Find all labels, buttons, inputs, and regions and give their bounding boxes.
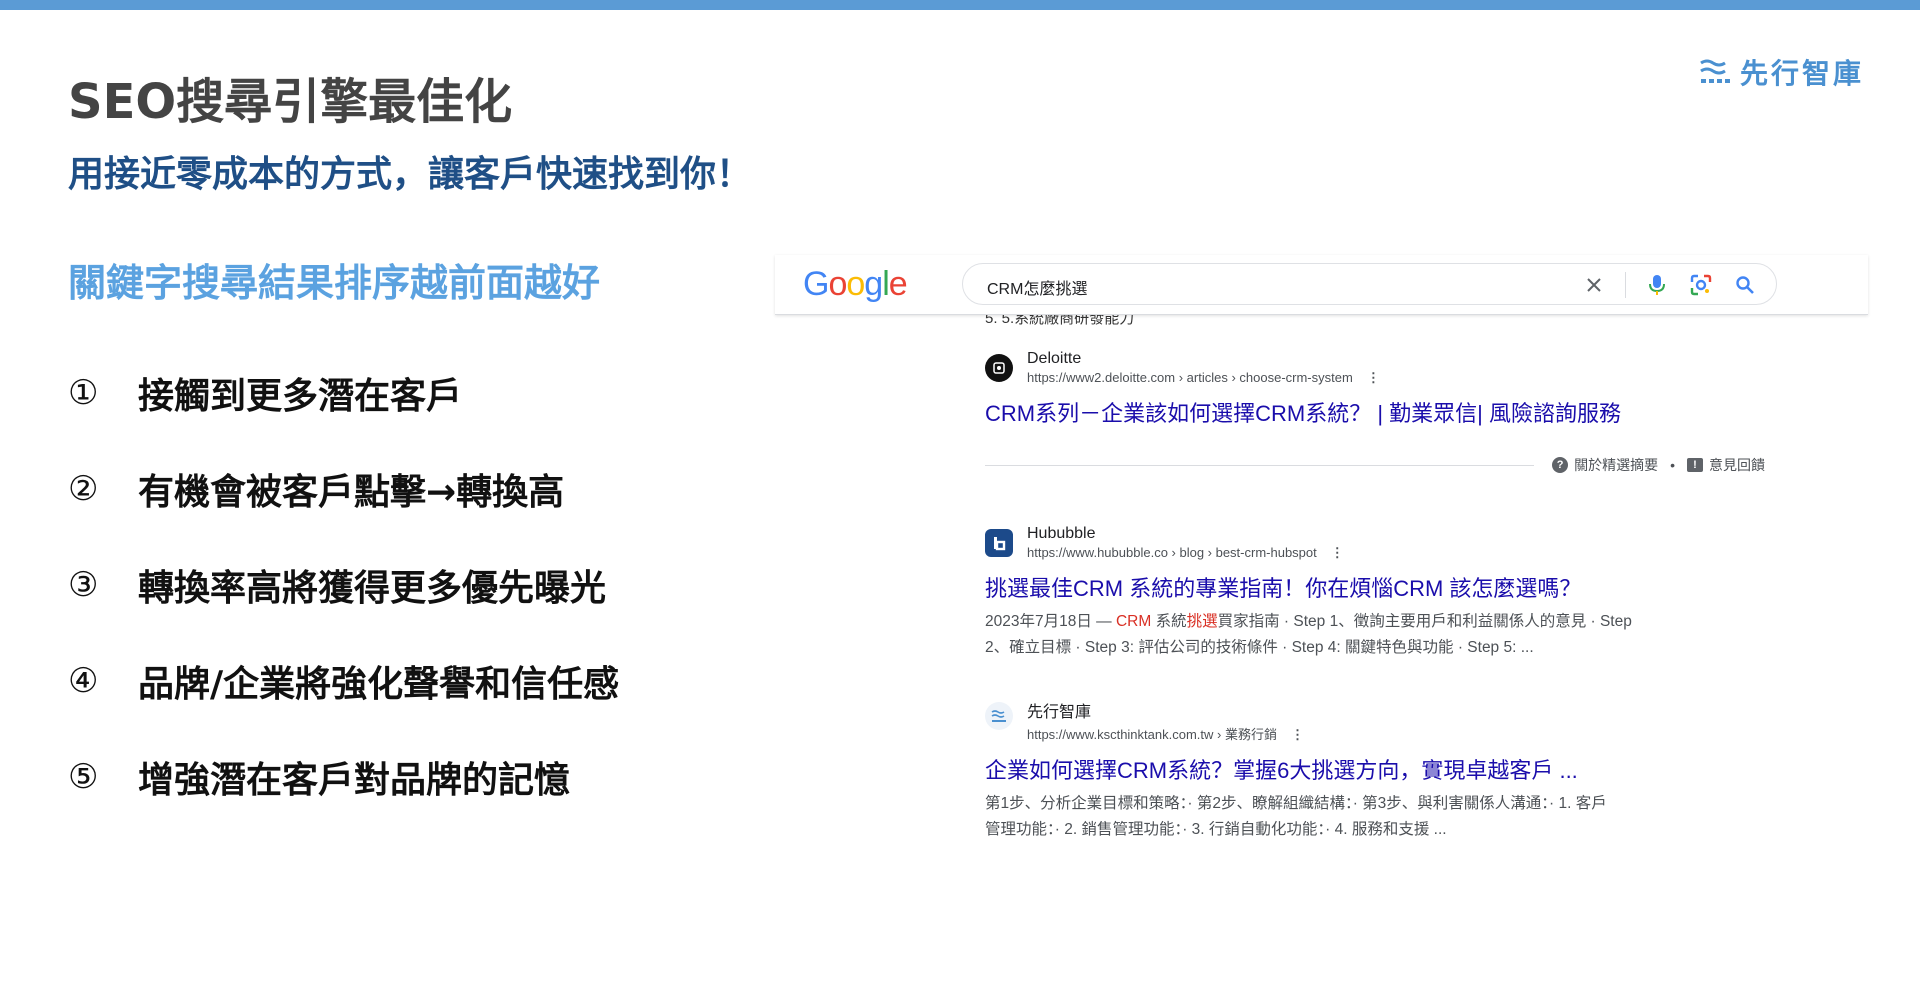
google-lens-icon[interactable] xyxy=(1688,272,1714,298)
result-site-name: Deloitte xyxy=(1027,350,1082,367)
more-options-icon[interactable]: ⋮ xyxy=(1331,545,1344,561)
slide-title: SEO搜尋引擎最佳化 xyxy=(68,74,513,130)
more-options-icon[interactable]: ⋮ xyxy=(1291,727,1304,743)
search-actions xyxy=(1581,272,1758,298)
benefit-number: ⑤ xyxy=(68,757,99,797)
snippet-text: 買家指南 · Step 1、徵詢主要用戶和利益關係人的意見 · Step xyxy=(1217,613,1632,630)
google-logo[interactable]: Google xyxy=(803,265,908,304)
snippet-text: 管理功能：· 2. 銷售管理功能：· 3. 行銷自動化功能：· 4. 服務和支援… xyxy=(985,821,1447,838)
top-accent-bar xyxy=(0,0,1920,10)
result-snippet: 2023年7月18日 — CRM 系統挑選買家指南 · Step 1、徵詢主要用… xyxy=(985,609,1685,661)
search-input[interactable]: CRM怎麼挑選 xyxy=(987,275,1087,299)
section-heading: 關鍵字搜尋結果排序越前面越好 xyxy=(68,261,601,305)
search-result: Hububble https://www.hububble.co › blog … xyxy=(985,525,1685,661)
benefit-number: ③ xyxy=(68,565,99,605)
featured-snippet-footer: ? 關於精選摘要 • ! 意見回饋 xyxy=(985,450,1765,480)
snippet-text: 系統 xyxy=(1151,613,1187,630)
benefit-text: 轉換率高將獲得更多優先曝光 xyxy=(138,568,607,609)
search-result: Deloitte https://www2.deloitte.com › art… xyxy=(985,350,1621,428)
result-source[interactable]: Hububble https://www.hububble.co › blog … xyxy=(985,525,1685,561)
result-title-link[interactable]: 挑選最佳CRM 系統的專業指南！你在煩惱CRM 該怎麼選嗎？ xyxy=(985,571,1685,603)
hububble-favicon-icon xyxy=(985,529,1013,557)
result-source[interactable]: Deloitte https://www2.deloitte.com › art… xyxy=(985,350,1621,386)
result-url: https://www.kscthinktank.com.tw › 業務行銷 xyxy=(1027,727,1277,742)
benefit-item: ② 有機會被客戶點擊→轉換高 xyxy=(68,441,619,537)
result-title-link[interactable]: CRM系列－企業該如何選擇CRM系統？ | 勤業眾信| 風險諮詢服務 xyxy=(985,396,1621,428)
search-box[interactable]: CRM怎麼挑選 xyxy=(962,263,1777,305)
benefit-text: 有機會被客戶點擊→轉換高 xyxy=(138,472,565,513)
divider xyxy=(1625,272,1626,298)
benefit-item: ① 接觸到更多潛在客戶 xyxy=(68,345,619,441)
separator-dot: • xyxy=(1670,457,1675,473)
about-snippet-label: 關於精選摘要 xyxy=(1574,457,1659,473)
benefit-number: ① xyxy=(68,373,99,413)
benefit-number: ② xyxy=(68,469,99,509)
feedback-link[interactable]: ! 意見回饋 xyxy=(1687,455,1765,475)
kscthinktank-logo-icon xyxy=(1700,59,1730,83)
snippet-highlight: CRM xyxy=(1115,613,1152,630)
benefit-list: ① 接觸到更多潛在客戶 ② 有機會被客戶點擊→轉換高 ③ 轉換率高將獲得更多優先… xyxy=(68,345,619,825)
deloitte-favicon-icon xyxy=(985,354,1013,382)
snippet-text: 第1步、分析企業目標和策略：· 第2步、瞭解組織結構：· 第3步、與利害關係人溝… xyxy=(985,795,1607,812)
more-options-icon[interactable]: ⋮ xyxy=(1367,370,1380,386)
result-url: https://www2.deloitte.com › articles › c… xyxy=(1027,370,1353,385)
result-url-row: https://www2.deloitte.com › articles › c… xyxy=(1027,370,1380,386)
result-url-row: https://www.kscthinktank.com.tw › 業務行銷 ⋮ xyxy=(1027,724,1304,743)
divider xyxy=(985,464,1535,466)
google-search-screenshot: Google CRM怎麼挑選 5. 5.系統廠商研發能力 Deloitte ht… xyxy=(775,255,1868,855)
benefit-item: ④ 品牌/企業將強化聲譽和信任感 xyxy=(68,633,619,729)
result-url: https://www.hububble.co › blog › best-cr… xyxy=(1027,545,1317,560)
benefit-item: ⑤ 增強潛在客戶對品牌的記憶 xyxy=(68,729,619,825)
result-site-name: Hububble xyxy=(1027,525,1096,542)
snippet-highlight: 挑選 xyxy=(1186,613,1218,630)
benefit-text: 接觸到更多潛在客戶 xyxy=(138,376,463,417)
benefit-number: ④ xyxy=(68,661,99,701)
slide-subtitle: 用接近零成本的方式，讓客戶快速找到你！ xyxy=(68,154,753,195)
snippet-text: 2023年7月18日 — xyxy=(985,613,1116,630)
help-icon: ? xyxy=(1552,457,1569,473)
result-url-row: https://www.hububble.co › blog › best-cr… xyxy=(1027,545,1344,561)
about-snippet-link[interactable]: ? 關於精選摘要 xyxy=(1552,455,1658,475)
result-title-link[interactable]: 企業如何選擇CRM系統？掌握6大挑選方向，實現卓越客戶 ... xyxy=(985,753,1685,785)
feedback-icon: ! xyxy=(1687,458,1703,472)
search-result: 先行智庫 https://www.kscthinktank.com.tw › 業… xyxy=(985,698,1685,843)
benefit-text: 品牌/企業將強化聲譽和信任感 xyxy=(138,664,620,705)
microphone-icon[interactable] xyxy=(1644,272,1670,298)
result-site-name: 先行智庫 xyxy=(1027,704,1092,721)
clear-icon[interactable] xyxy=(1581,272,1607,298)
snippet-text: 2、確立目標 · Step 3: 評估公司的技術條件 · Step 4: 關鍵特… xyxy=(985,639,1534,656)
search-icon[interactable] xyxy=(1732,272,1758,298)
benefit-text: 增強潛在客戶對品牌的記憶 xyxy=(138,760,571,801)
result-source[interactable]: 先行智庫 https://www.kscthinktank.com.tw › 業… xyxy=(985,698,1685,743)
result-snippet: 第1步、分析企業目標和策略：· 第2步、瞭解組織結構：· 第3步、與利害關係人溝… xyxy=(985,791,1685,843)
brand-name: 先行智庫 xyxy=(1739,57,1864,90)
kscthinktank-favicon-icon xyxy=(985,702,1013,730)
serp-header: Google CRM怎麼挑選 xyxy=(775,255,1868,315)
feedback-label: 意見回饋 xyxy=(1709,457,1765,473)
brand-logo: 先行智庫 xyxy=(1698,52,1864,92)
benefit-item: ③ 轉換率高將獲得更多優先曝光 xyxy=(68,537,619,633)
